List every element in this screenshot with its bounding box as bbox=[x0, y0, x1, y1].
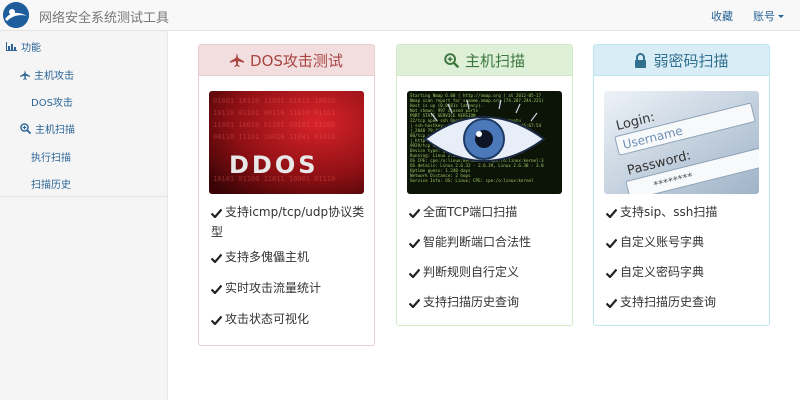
feature-item: 判断规则自行定义 bbox=[408, 263, 567, 283]
check-icon bbox=[408, 295, 421, 313]
top-navbar: 网络安全系统测试工具 收藏 账号 bbox=[0, 0, 800, 31]
feature-text: 支持sip、ssh扫描 bbox=[620, 205, 718, 219]
sidebar-item-label: 主机攻击 bbox=[34, 71, 74, 82]
feature-item: 支持扫描历史查询 bbox=[605, 293, 764, 313]
zoom-in-icon bbox=[444, 52, 459, 68]
feature-text: 攻击状态可视化 bbox=[225, 312, 310, 326]
sidebar-header-label: 功能 bbox=[21, 43, 41, 54]
feature-item: 全面TCP端口扫描 bbox=[408, 203, 567, 223]
sidebar-item-label: 主机扫描 bbox=[35, 125, 75, 136]
feature-text: 支持扫描历史查询 bbox=[620, 295, 717, 309]
brand-logo[interactable] bbox=[3, 2, 29, 28]
feature-text: 自定义密码字典 bbox=[620, 265, 705, 279]
svg-text:00110 11101 10010 11001 01010: 00110 11101 10010 11001 01010 bbox=[213, 133, 335, 141]
sidebar-item-label: DOS攻击 bbox=[31, 98, 73, 109]
plane-icon bbox=[230, 53, 245, 67]
check-icon bbox=[210, 312, 223, 330]
feature-item: 自定义密码字典 bbox=[605, 263, 764, 283]
login-screen-image: Login: Username Password: ******** bbox=[604, 91, 759, 194]
card-title: 弱密码扫描 bbox=[653, 51, 729, 70]
feature-text: 判断规则自行定义 bbox=[423, 265, 520, 279]
check-icon bbox=[408, 235, 421, 253]
check-icon bbox=[605, 295, 618, 313]
check-icon bbox=[605, 235, 618, 253]
sidebar-item-run-scan[interactable]: 执行扫描 bbox=[31, 149, 71, 164]
feature-text: 支持扫描历史查询 bbox=[423, 295, 520, 309]
ddos-image-text: DDOS bbox=[229, 151, 319, 179]
feature-item: 智能判断端口合法性 bbox=[408, 233, 567, 253]
brand-title[interactable]: 网络安全系统测试工具 bbox=[39, 7, 169, 26]
card-header: DOS攻击测试 bbox=[199, 45, 374, 76]
feature-item: 实时攻击流量统计 bbox=[210, 279, 369, 299]
card-header: 弱密码扫描 bbox=[594, 45, 769, 76]
card-title: 主机扫描 bbox=[464, 51, 525, 70]
svg-text:10110 01101 00110 11010 01101: 10110 01101 00110 11010 01101 bbox=[213, 109, 335, 117]
check-icon bbox=[605, 205, 618, 223]
card-host-scan: 主机扫描 Starting Nmap 6.00 ( http://nmap.or… bbox=[396, 44, 573, 326]
plane-icon bbox=[20, 69, 30, 80]
sidebar-header-functions[interactable]: 功能 bbox=[6, 39, 41, 54]
feature-item: 攻击状态可视化 bbox=[210, 310, 369, 330]
check-icon bbox=[210, 281, 223, 299]
feature-text: 实时攻击流量统计 bbox=[225, 281, 322, 295]
sidebar-item-scan-history[interactable]: 扫描历史 bbox=[31, 176, 71, 191]
feature-text: 全面TCP端口扫描 bbox=[423, 205, 518, 219]
feature-item: 支持扫描历史查询 bbox=[408, 293, 567, 313]
feature-text: 支持icmp/tcp/udp协议类型 bbox=[211, 205, 365, 239]
feature-text: 支持多傀儡主机 bbox=[225, 250, 310, 264]
sidebar-item-dos-attack[interactable]: DOS攻击 bbox=[31, 94, 73, 109]
svg-text:Service Info: OS: Linux; CPE:: Service Info: OS: Linux; CPE: cpe:/o:lin… bbox=[410, 178, 534, 183]
favorites-link[interactable]: 收藏 bbox=[711, 8, 733, 24]
sidebar-item-label: 扫描历史 bbox=[31, 180, 71, 191]
feature-item: 支持sip、ssh扫描 bbox=[605, 203, 764, 223]
sidebar: 功能 主机攻击 DOS攻击 主机扫描 执行扫描 扫描历史 bbox=[0, 31, 168, 400]
check-icon bbox=[605, 265, 618, 283]
feature-item: 自定义账号字典 bbox=[605, 233, 764, 253]
check-icon bbox=[408, 265, 421, 283]
account-dropdown[interactable]: 账号 bbox=[753, 8, 784, 24]
feature-text: 智能判断端口合法性 bbox=[423, 235, 532, 249]
feature-text: 自定义账号字典 bbox=[620, 235, 705, 249]
feature-item: 支持多傀儡主机 bbox=[210, 248, 369, 268]
svg-text:01001 10110 11001 01011 10010: 01001 10110 11001 01011 10010 bbox=[213, 97, 335, 105]
account-label: 账号 bbox=[753, 10, 775, 23]
zoom-in-icon bbox=[20, 123, 31, 134]
nmap-eye-image: Starting Nmap 6.00 ( http://nmap.org ) a… bbox=[407, 91, 562, 194]
svg-text:11001 10010 01101 00101 11100: 11001 10010 01101 00101 11100 bbox=[213, 121, 335, 129]
card-header: 主机扫描 bbox=[397, 45, 572, 76]
check-icon bbox=[210, 250, 223, 268]
caret-down-icon bbox=[778, 15, 784, 18]
check-icon bbox=[408, 205, 421, 223]
lock-icon bbox=[635, 52, 647, 68]
sidebar-item-label: 执行扫描 bbox=[31, 153, 71, 164]
sidebar-divider bbox=[0, 196, 167, 197]
sidebar-item-host-attack[interactable]: 主机攻击 bbox=[20, 67, 74, 82]
card-weak-password: 弱密码扫描 Login: Username Password: ********… bbox=[593, 44, 770, 326]
bar-chart-icon bbox=[6, 42, 17, 51]
feature-item: 支持icmp/tcp/udp协议类型 bbox=[210, 203, 369, 241]
check-icon bbox=[210, 205, 223, 223]
card-dos-attack: DOS攻击测试 01001 10110 11001 01011 10010 10… bbox=[198, 44, 375, 346]
card-title: DOS攻击测试 bbox=[250, 51, 343, 70]
sidebar-item-host-scan[interactable]: 主机扫描 bbox=[20, 121, 75, 136]
ddos-image: 01001 10110 11001 01011 10010 10110 0110… bbox=[209, 91, 364, 194]
